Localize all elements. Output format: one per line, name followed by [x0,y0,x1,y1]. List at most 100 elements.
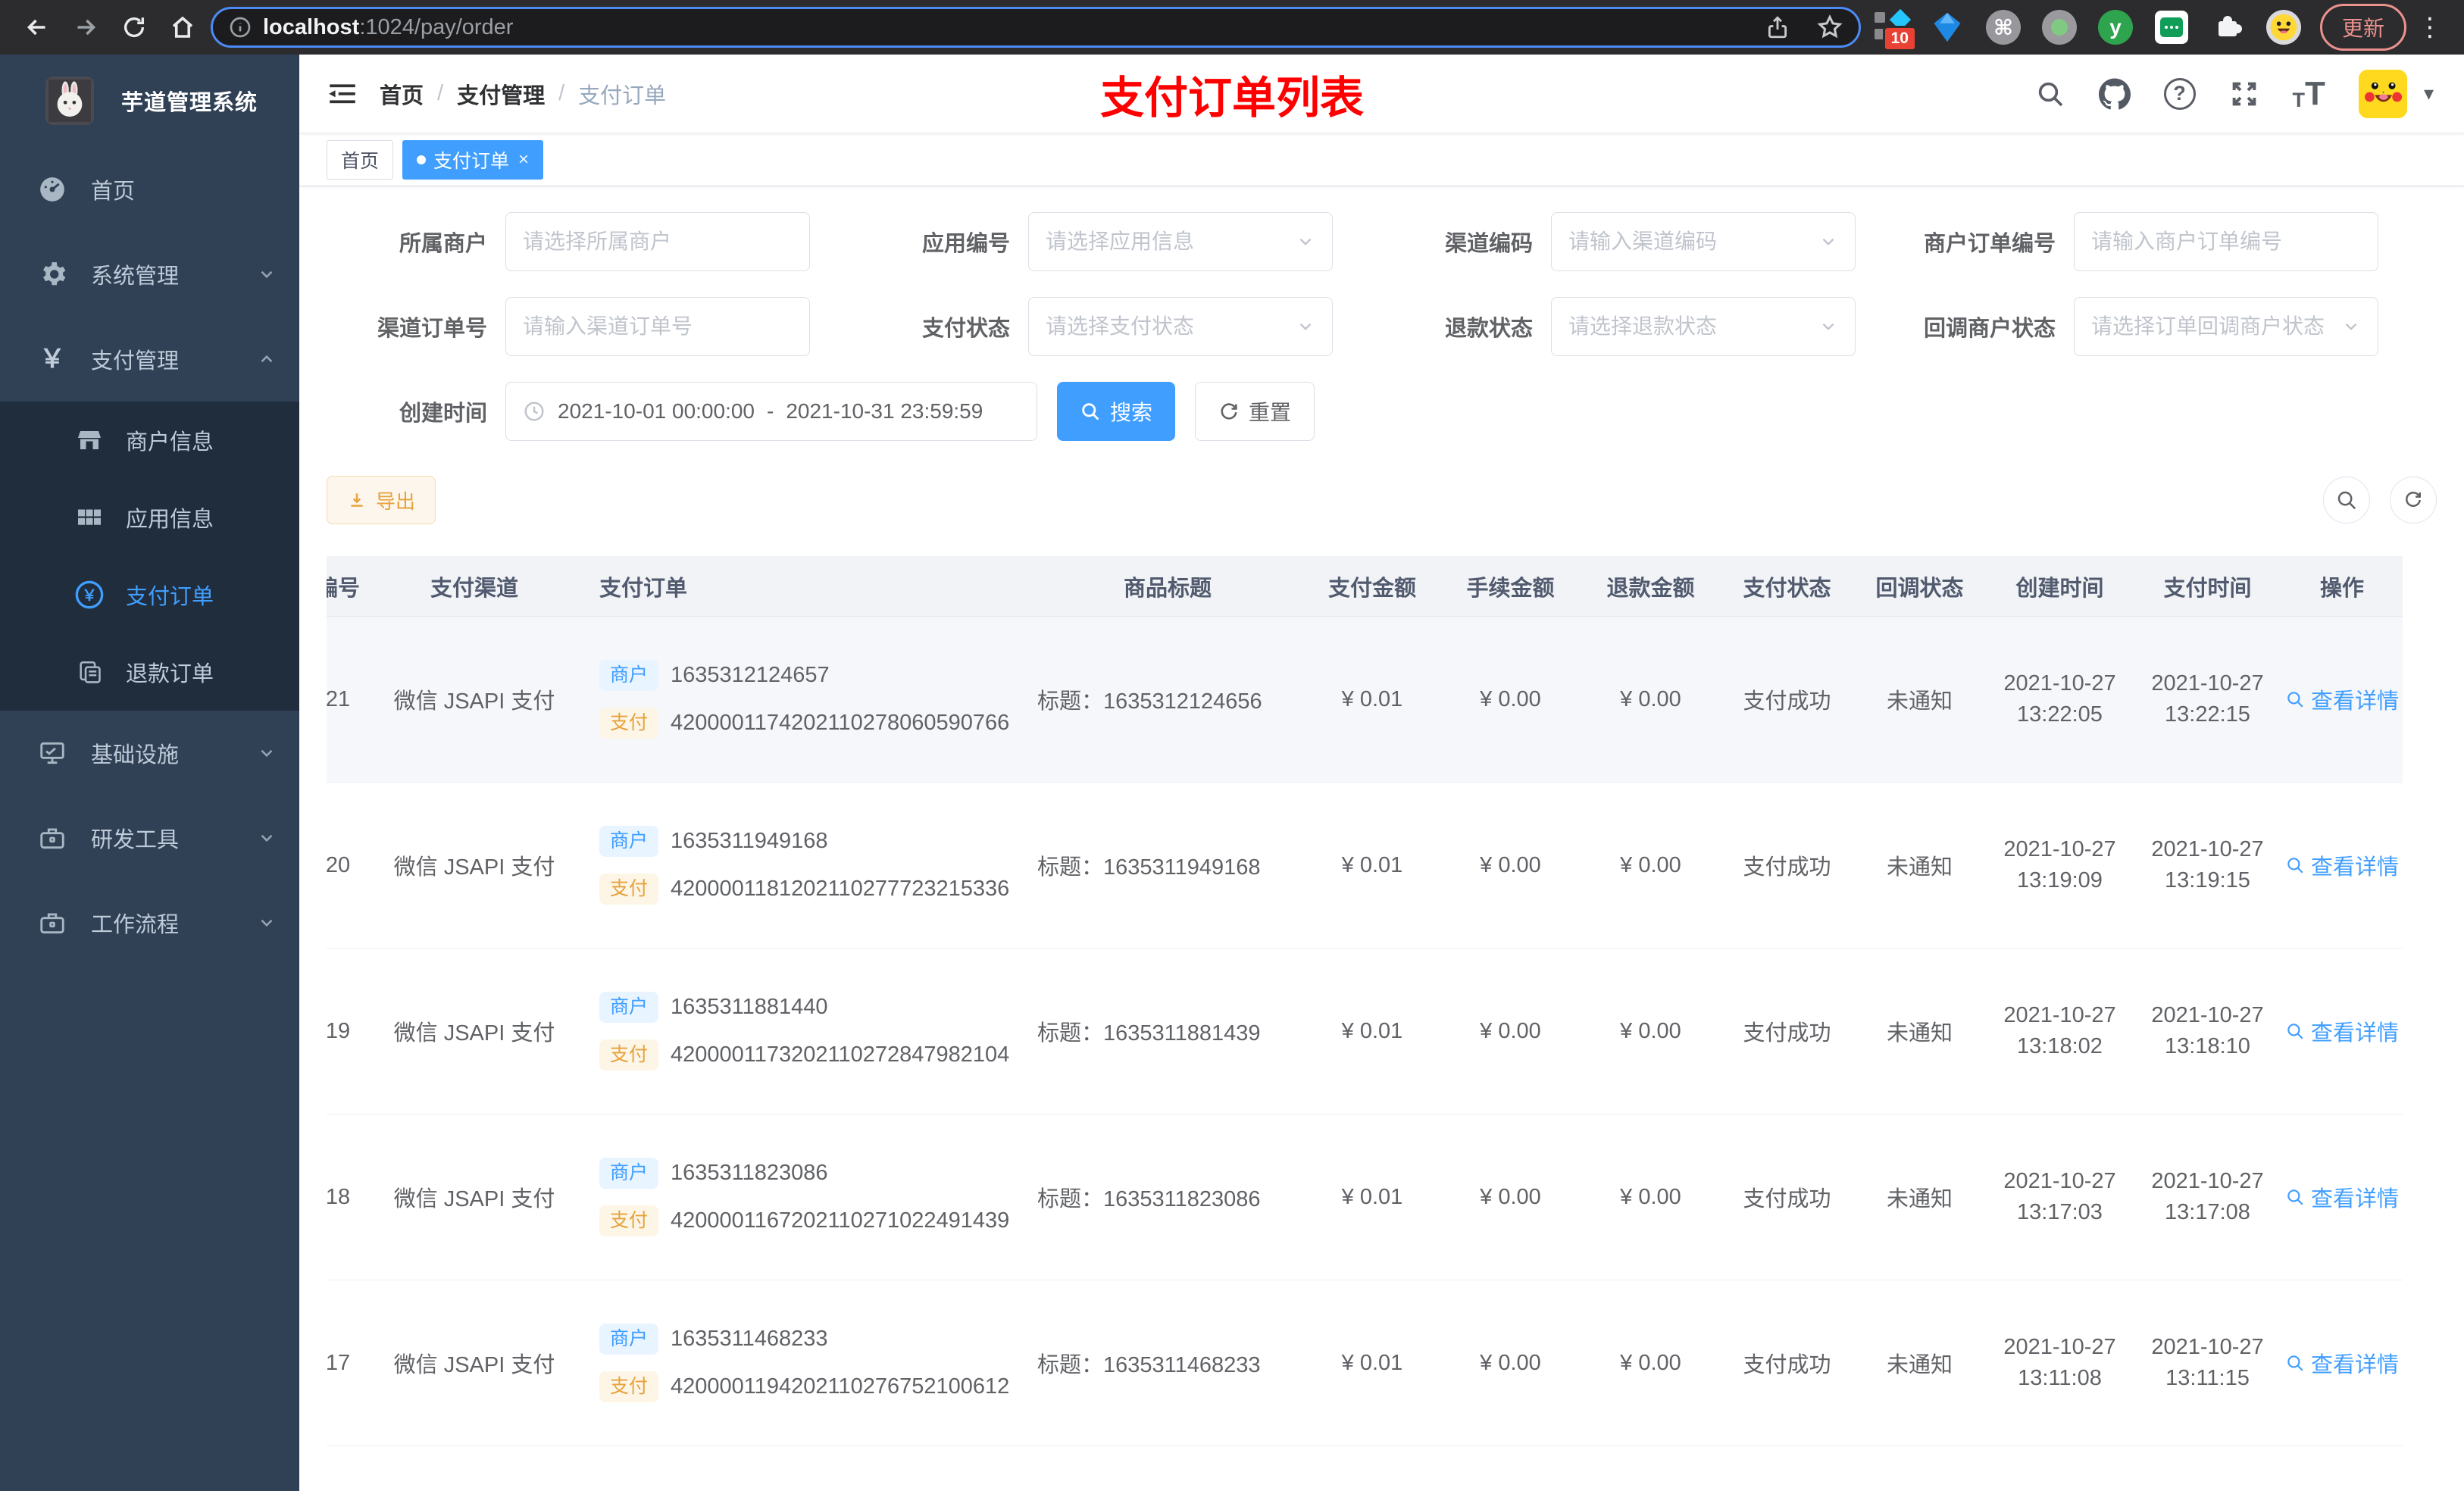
cell-create-time: 2021-10-27 13:22:05 [2003,671,2116,727]
cell-title: 标题：1635311823086 [1037,1187,1261,1211]
sidebar-item-refund-order[interactable]: 退款订单 [0,633,299,711]
extension-kite-icon[interactable] [1929,9,1965,45]
url-bar[interactable]: localhost:1024/pay/order [211,7,1861,48]
payment-submenu: 商户信息 应用信息 ￥ 支付订单 退款订单 [0,402,299,711]
pay-status-select[interactable] [1028,297,1333,356]
view-detail-link[interactable]: 查看详情 [2285,849,2399,881]
dashboard-icon [35,175,70,204]
tab-pay-order[interactable]: 支付订单 × [402,139,544,180]
browser-reload-button[interactable] [114,7,155,48]
extension-emoji-icon[interactable] [2265,9,2302,45]
collapse-menu-icon[interactable] [327,78,358,110]
site-info-icon[interactable] [228,15,252,39]
app-select[interactable] [1028,212,1333,271]
sidebar-item-home[interactable]: 首页 [0,147,299,232]
breadcrumb-home[interactable]: 首页 [380,78,424,110]
callback-status-field[interactable] [2091,314,2335,339]
col-title: 商品标题 [1123,576,1212,601]
reset-button[interactable]: 重置 [1195,382,1315,441]
callback-status-select[interactable] [2074,297,2378,356]
date-separator: - [767,399,774,423]
cell-fee: ¥ 0.00 [1480,852,1541,877]
sidebar-item-infrastructure[interactable]: 基础设施 [0,711,299,796]
documents-icon [73,659,106,685]
refund-status-field[interactable] [1568,314,1812,339]
avatar-caret-icon[interactable]: ▾ [2424,82,2434,105]
channel-code-select[interactable] [1551,212,1856,271]
close-tab-icon[interactable]: × [518,149,529,170]
browser-forward-button[interactable] [65,7,106,48]
sidebar-item-dev-tools[interactable]: 研发工具 [0,796,299,880]
extension-record-icon[interactable] [2041,9,2078,45]
app-field[interactable] [1046,230,1290,254]
sidebar-item-payment[interactable]: ￥ 支付管理 [0,317,299,402]
logo[interactable]: 芋道管理系统 [0,55,299,147]
view-detail-link[interactable]: 查看详情 [2285,683,2399,715]
date-range-picker[interactable]: 2021-10-01 00:00:00 - 2021-10-31 23:59:5… [505,382,1037,441]
cell-channel: 微信 JSAPI 支付 [393,855,555,880]
content-area: 所属商户 应用编号 渠道编码 [299,186,2464,1491]
yuan-icon: ￥ [39,345,65,374]
cell-pay-time: 2021-10-27 13:22:15 [2151,671,2264,727]
col-fee: 手续金额 [1466,576,1555,601]
extension-badge: 10 [1882,26,1917,52]
view-detail-link[interactable]: 查看详情 [2285,1181,2399,1213]
date-end[interactable]: 2021-10-31 23:59:59 [786,399,983,424]
channel-code-field[interactable] [1568,230,1812,254]
col-refund: 退款金额 [1606,576,1695,601]
breadcrumb-section[interactable]: 支付管理 [457,78,545,110]
browser-menu-icon[interactable]: ⋮ [2412,12,2447,42]
sidebar-item-merchant-info[interactable]: 商户信息 [0,402,299,479]
bookmark-star-icon[interactable] [1816,14,1843,41]
tab-home[interactable]: 首页 [327,139,394,180]
cell-refund: ¥ 0.00 [1620,1018,1681,1043]
extension-command-icon[interactable]: ⌘ [1985,9,2022,45]
view-detail-link[interactable]: 查看详情 [2285,1347,2399,1379]
sidebar-item-pay-order[interactable]: ￥ 支付订单 [0,556,299,633]
export-button[interactable]: 导出 [327,476,436,524]
channel-order-input[interactable] [505,297,810,356]
browser-back-button[interactable] [17,7,58,48]
pay-status-field[interactable] [1046,314,1290,339]
date-start[interactable]: 2021-10-01 00:00:00 [558,399,755,424]
app-label: 应用编号 [921,232,1010,256]
chevron-down-icon [257,743,277,763]
page-title: 支付订单列表 [1099,73,1365,123]
fullscreen-icon[interactable] [2229,79,2259,109]
merchant-order-input[interactable] [2074,212,2378,271]
col-action: 操作 [2319,576,2364,601]
extension-diamond-icon[interactable]: 10 [1873,8,1917,52]
monitor-check-icon [35,739,70,767]
cell-refund: ¥ 0.00 [1620,1184,1681,1209]
cell-id: 20 [327,852,351,877]
refund-status-select[interactable] [1551,297,1856,356]
share-icon[interactable] [1765,14,1790,40]
sidebar-item-system[interactable]: 系统管理 [0,232,299,317]
merchant-input[interactable] [505,212,810,271]
channel-order-field[interactable] [523,314,793,339]
search-icon[interactable] [2035,79,2065,109]
extensions-puzzle-icon[interactable] [2209,9,2246,45]
chevron-down-icon [1818,317,1838,336]
extension-y-icon[interactable]: y [2097,9,2134,45]
user-avatar[interactable] [2358,69,2407,118]
merchant-tag: 商户 [599,1158,659,1189]
font-size-icon[interactable]: TT [2293,77,2325,111]
merchant-tag: 商户 [599,660,659,691]
browser-update-button[interactable]: 更新 [2319,4,2406,51]
github-icon[interactable] [2098,78,2131,110]
sidebar-item-workflow[interactable]: 工作流程 [0,880,299,965]
help-icon[interactable]: ? [2163,77,2196,110]
cell-status: 支付成功 [1743,855,1831,880]
refresh-table-button[interactable] [2390,477,2437,524]
cell-fee: ¥ 0.00 [1480,1018,1541,1043]
show-search-toggle-button[interactable] [2323,477,2370,524]
callback-status-label: 回调商户状态 [1923,317,2056,341]
view-detail-link[interactable]: 查看详情 [2285,1015,2399,1047]
sidebar-item-app-info[interactable]: 应用信息 [0,479,299,556]
extension-chat-icon[interactable] [2153,9,2190,45]
merchant-field[interactable] [523,230,793,254]
browser-home-button[interactable] [162,7,203,48]
search-button[interactable]: 搜索 [1057,382,1176,441]
merchant-order-field[interactable] [2091,230,2361,254]
